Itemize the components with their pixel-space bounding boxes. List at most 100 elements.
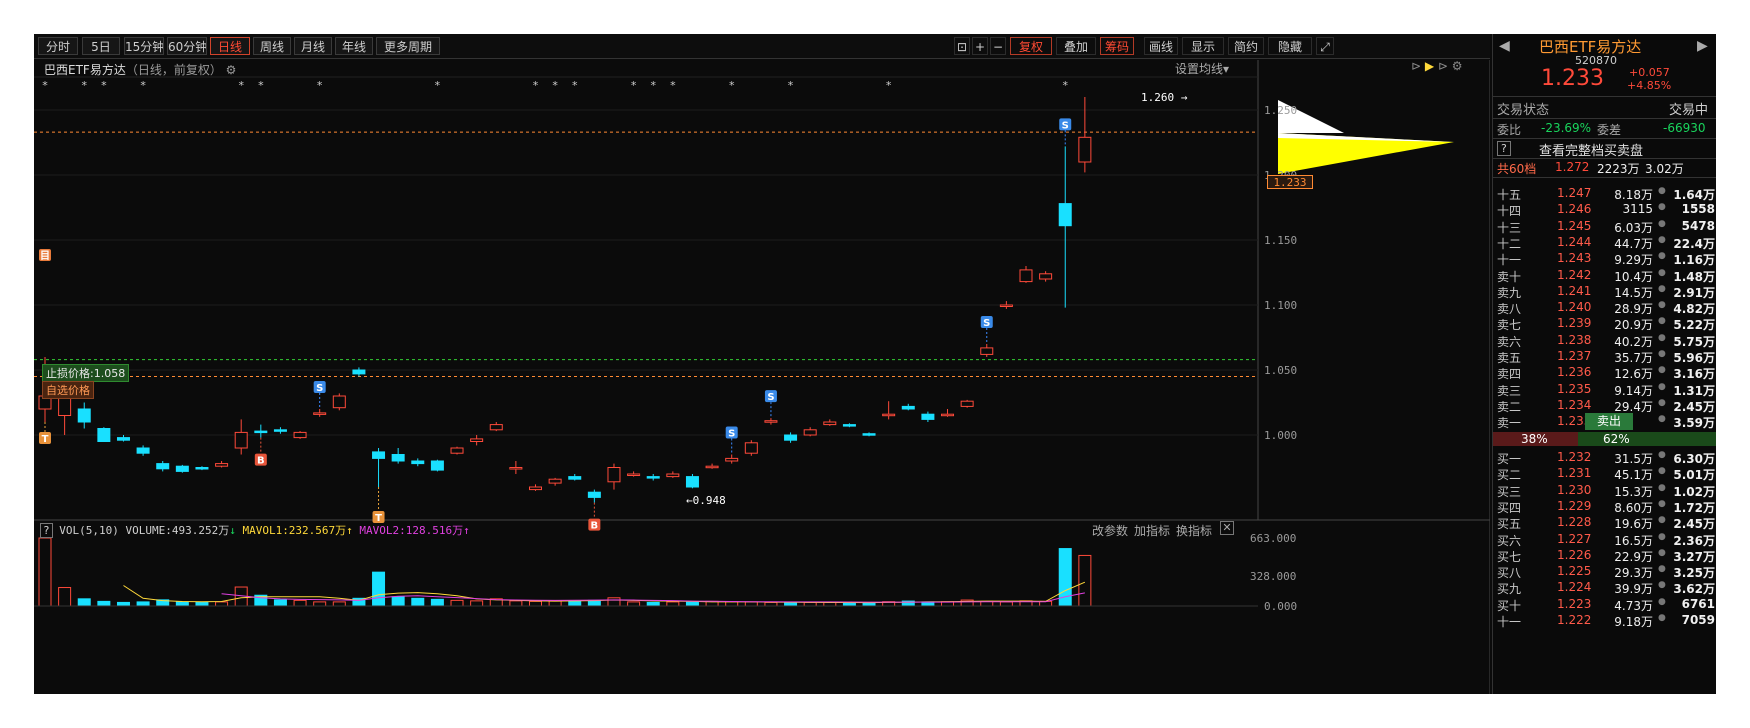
candle[interactable] [901,405,915,410]
ask-level-row[interactable]: 十四 1.246 3115 ● 1558 [1493,200,1716,218]
candle[interactable] [999,304,1013,307]
candle[interactable] [685,476,699,488]
bid-level-row[interactable]: 买三 1.230 15.3万 ● 1.02万 [1493,481,1716,499]
candle[interactable] [411,460,425,465]
info-star-icon[interactable]: * [650,79,656,92]
candle[interactable] [627,473,641,476]
candle[interactable] [470,438,484,442]
ask-level-row[interactable]: 十五 1.247 8.18万 ● 1.64万 [1493,184,1716,202]
info-star-icon[interactable]: * [670,79,676,92]
candle[interactable] [195,467,209,470]
ask-level-row[interactable]: 十一 1.243 9.29万 ● 1.16万 [1493,249,1716,267]
info-star-icon[interactable]: * [81,79,87,92]
info-star-icon[interactable]: * [552,79,558,92]
candle[interactable] [116,437,130,441]
info-star-icon[interactable]: * [140,79,146,92]
candle[interactable] [587,491,601,498]
candle[interactable] [980,347,994,355]
candle[interactable] [803,429,817,436]
info-star-icon[interactable]: * [258,79,264,92]
candle[interactable] [136,447,150,454]
ask-level-row[interactable]: 十三 1.245 6.03万 ● 5478 [1493,217,1716,235]
candle[interactable] [568,476,582,480]
candle[interactable] [1039,273,1053,280]
info-star-icon[interactable]: * [729,79,735,92]
candle[interactable] [391,454,405,462]
candle[interactable] [215,463,229,467]
candle[interactable] [921,413,935,420]
stop-price-tag[interactable]: 止损价格:1.058 [42,364,130,382]
question-icon[interactable]: ? [40,523,53,538]
candle[interactable] [862,433,876,436]
bid-level-row[interactable]: 买九 1.224 39.9万 ● 3.62万 [1493,578,1716,596]
candle[interactable] [489,424,503,431]
candle[interactable] [666,473,680,478]
bid-level-row[interactable]: 买五 1.228 19.6万 ● 2.45万 [1493,513,1716,531]
info-star-icon[interactable]: * [317,79,323,92]
ask-level-row[interactable]: 十二 1.244 44.7万 ● 22.4万 [1493,233,1716,251]
candle[interactable] [764,420,778,423]
bid-level-row[interactable]: 十一 1.222 9.18万 ● 7059 [1493,611,1716,629]
candle[interactable] [156,463,170,470]
ask-level-row[interactable]: 卖三 1.235 9.14万 ● 1.31万 [1493,380,1716,398]
candle[interactable] [430,460,444,471]
candle[interactable] [77,408,91,423]
bid-level-row[interactable]: 买一 1.232 31.5万 ● 6.30万 [1493,448,1716,466]
sell-button[interactable]: 卖出 [1585,413,1633,430]
info-star-icon[interactable]: * [101,79,107,92]
candle[interactable] [705,465,719,469]
info-star-icon[interactable]: * [435,79,441,92]
bid-level-row[interactable]: 买十 1.223 4.73万 ● 6761 [1493,595,1716,613]
candle[interactable] [725,457,739,462]
candle[interactable] [234,431,248,449]
candle[interactable] [352,369,366,375]
candle[interactable] [823,421,837,426]
bid-level-row[interactable]: 买七 1.226 22.9万 ● 3.27万 [1493,546,1716,564]
ask-level-row[interactable]: 卖六 1.238 40.2万 ● 5.75万 [1493,331,1716,349]
candle[interactable] [254,430,268,434]
candle[interactable] [607,467,621,483]
candle[interactable] [882,413,896,417]
bid-level-row[interactable]: 买二 1.231 45.1万 ● 5.01万 [1493,464,1716,482]
next-stock-icon[interactable]: ▶ [1697,38,1708,54]
info-star-icon[interactable]: * [886,79,892,92]
ask-level-row[interactable]: 卖十 1.242 10.4万 ● 1.48万 [1493,266,1716,284]
ask-level-row[interactable]: 卖七 1.239 20.9万 ● 5.22万 [1493,314,1716,332]
info-star-icon[interactable]: * [42,79,48,92]
info-star-icon[interactable]: * [788,79,794,92]
candle[interactable] [372,451,386,459]
vol-change-params[interactable]: 改参数 [1092,522,1128,539]
ask-level-row[interactable]: 卖四 1.236 12.6万 ● 3.16万 [1493,363,1716,381]
candle[interactable] [1058,203,1072,227]
bid-level-row[interactable]: 买八 1.225 29.3万 ● 3.25万 [1493,562,1716,580]
ask-level-row[interactable]: 卖八 1.240 28.9万 ● 4.82万 [1493,298,1716,316]
vol-close-icon[interactable]: ✕ [1220,521,1234,535]
candle[interactable] [509,467,523,470]
ask-level-row[interactable]: 卖五 1.237 35.7万 ● 5.96万 [1493,347,1716,365]
candle[interactable] [175,465,189,472]
candle[interactable] [273,429,287,432]
ask-level-row[interactable]: 卖九 1.241 14.5万 ● 2.91万 [1493,282,1716,300]
bid-level-row[interactable]: 买六 1.227 16.5万 ● 2.36万 [1493,530,1716,548]
candle[interactable] [548,478,562,484]
vol-add-indicator[interactable]: 加指标 [1134,522,1170,539]
info-star-icon[interactable]: * [572,79,578,92]
vol-switch-indicator[interactable]: 换指标 [1176,522,1212,539]
candle[interactable] [529,486,542,491]
candle[interactable] [842,424,856,427]
info-star-icon[interactable]: * [631,79,637,92]
candle[interactable] [1019,269,1033,283]
candle[interactable] [1078,136,1092,163]
candle[interactable] [646,476,660,479]
candle[interactable] [313,412,327,415]
candle[interactable] [450,447,464,454]
candle[interactable] [293,431,307,439]
bid-level-row[interactable]: 买四 1.229 8.60万 ● 1.72万 [1493,497,1716,515]
candle[interactable] [332,395,346,409]
full-orderbook-link[interactable]: 查看完整档买卖盘 [1539,140,1643,159]
select-price-tag[interactable]: 自选价格 [42,381,94,399]
candle[interactable] [784,434,798,441]
info-star-icon[interactable]: * [238,79,244,92]
info-star-icon[interactable]: * [1062,79,1068,92]
prev-stock-icon[interactable]: ◀ [1499,38,1510,54]
